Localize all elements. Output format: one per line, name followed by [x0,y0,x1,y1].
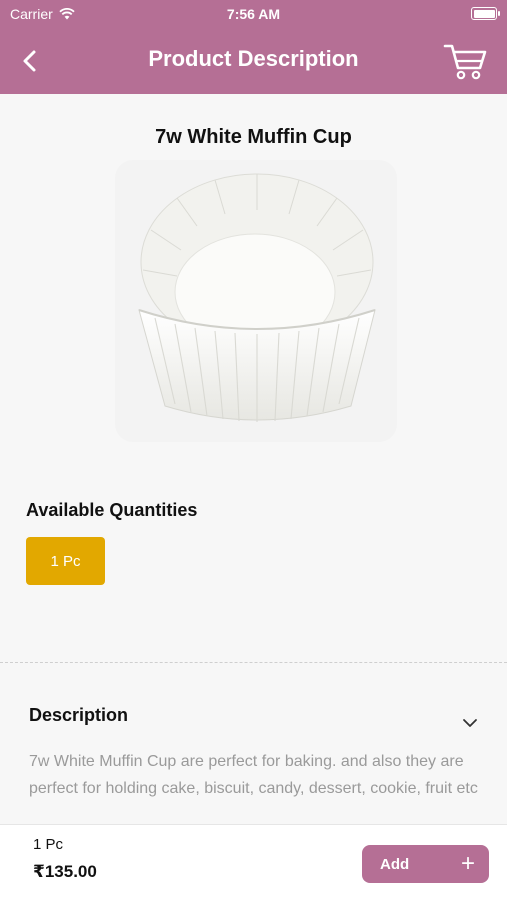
bottom-bar: 1 Pc ₹135.00 Add + [0,824,507,900]
status-bar: Carrier 7:56 AM [0,0,507,28]
top-nav-bar: Product Description [0,28,507,94]
add-button-label: Add [380,855,410,873]
chevron-down-icon[interactable] [461,714,479,732]
quantity-option-1pc[interactable]: 1 Pc [26,537,105,585]
product-title: 7w White Muffin Cup [155,126,352,148]
price: ₹135.00 [33,862,97,881]
status-time: 7:56 AM [226,6,281,22]
description-text: 7w White Muffin Cup are perfect for baki… [29,753,478,797]
plus-icon: + [460,850,475,877]
product-image [115,160,397,442]
section-divider [0,662,507,663]
cart-icon[interactable] [443,40,489,82]
product-detail: 7w White Muffin Cup Available Quantities… [0,94,507,824]
available-quantities-label: Available Quantities [26,500,198,520]
selected-unit: 1 Pc [33,836,64,853]
add-to-cart-button[interactable]: Add + [362,845,489,883]
muffin-cup-illustration [138,173,376,422]
description-header[interactable]: Description [29,705,128,726]
battery-icon [471,7,500,20]
page-title: Product Description [148,46,359,71]
